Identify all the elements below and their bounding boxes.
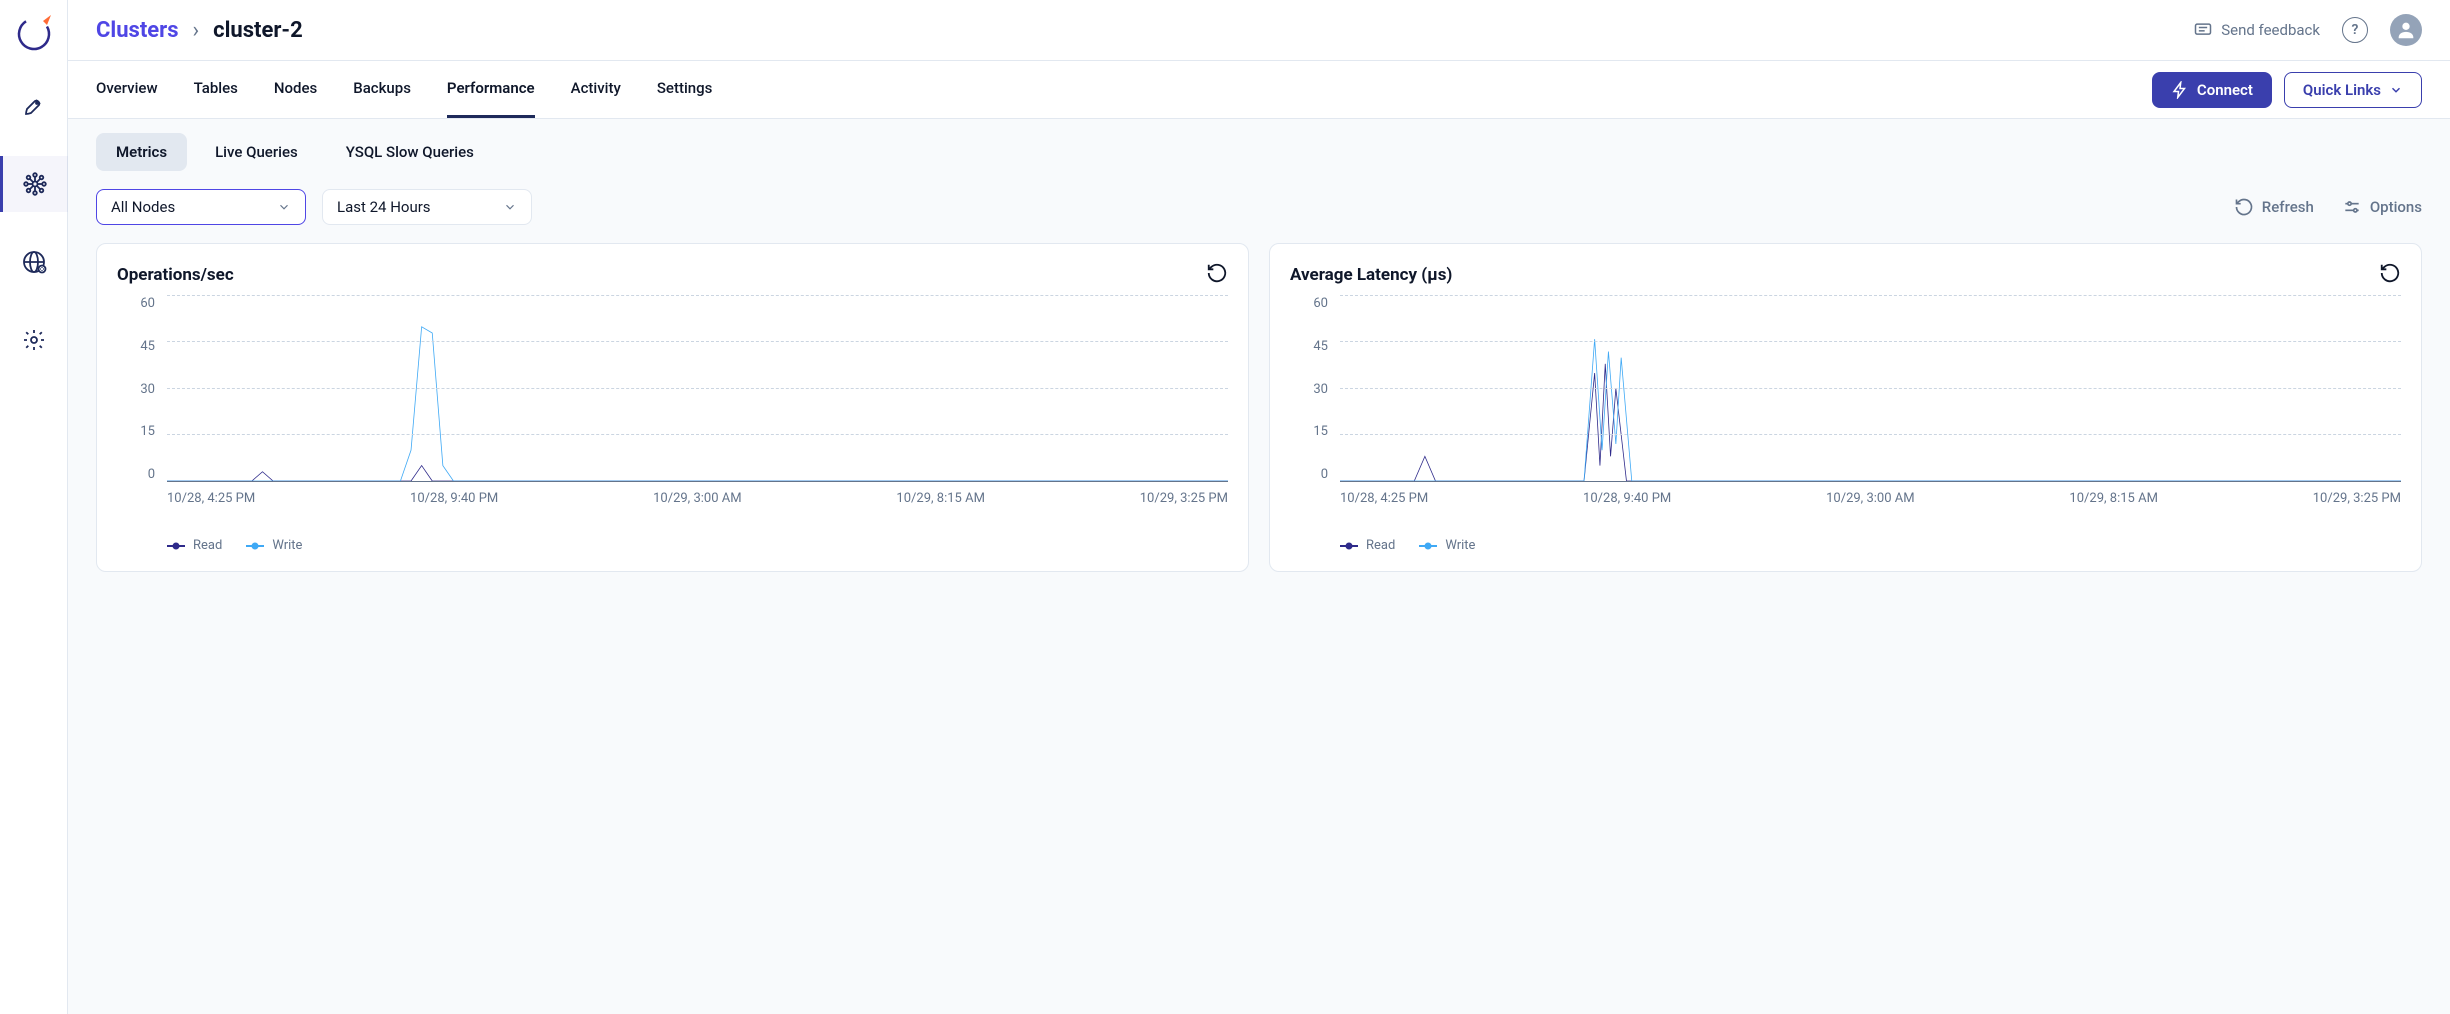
chevron-down-icon (277, 200, 291, 214)
nodes-select-value: All Nodes (111, 198, 175, 216)
refresh-icon (2379, 262, 2401, 284)
y-tick: 60 (140, 296, 155, 311)
refresh-icon (1206, 262, 1228, 284)
help-icon[interactable]: ? (2342, 17, 2368, 43)
legend-write: Write (1419, 538, 1475, 553)
x-tick: 10/29, 3:25 PM (1140, 491, 1228, 506)
y-tick: 30 (1313, 382, 1328, 397)
refresh-button[interactable]: Refresh (2234, 197, 2314, 217)
legend-read: Read (1340, 538, 1395, 553)
topbar: Clusters › cluster-2 Send feedback ? (68, 0, 2450, 61)
y-tick: 15 (140, 424, 155, 439)
y-tick: 0 (1321, 467, 1328, 482)
tab-backups[interactable]: Backups (353, 61, 411, 118)
connect-label: Connect (2197, 81, 2253, 99)
x-tick: 10/29, 3:00 AM (653, 491, 742, 506)
refresh-label: Refresh (2262, 198, 2314, 216)
section-tabs-row: Overview Tables Nodes Backups Performance Act… (68, 61, 2450, 119)
sidebar (0, 0, 68, 1014)
nav-network-icon[interactable] (0, 234, 68, 290)
y-tick: 0 (148, 467, 155, 482)
chevron-right-icon: › (193, 18, 200, 43)
nav-clusters-icon[interactable] (0, 156, 68, 212)
x-tick: 10/28, 9:40 PM (410, 491, 498, 506)
x-tick: 10/28, 4:25 PM (167, 491, 255, 506)
filters-row: All Nodes Last 24 Hours Refresh Options (68, 171, 2450, 243)
timerange-select[interactable]: Last 24 Hours (322, 189, 532, 225)
series-write (167, 327, 1228, 481)
feedback-label: Send feedback (2221, 21, 2320, 39)
x-tick: 10/29, 3:25 PM (2313, 491, 2401, 506)
avatar[interactable] (2390, 14, 2422, 46)
refresh-icon (2234, 197, 2254, 217)
chevron-down-icon (503, 200, 517, 214)
y-tick: 30 (140, 382, 155, 397)
nav-rocket-icon[interactable] (0, 78, 68, 134)
x-tick: 10/29, 3:00 AM (1826, 491, 1915, 506)
series-read (1340, 364, 2401, 481)
nodes-select[interactable]: All Nodes (96, 189, 306, 225)
y-tick: 45 (1313, 339, 1328, 354)
tab-settings[interactable]: Settings (657, 61, 713, 118)
chart-title: Operations/sec (117, 265, 234, 285)
sliders-icon (2342, 197, 2362, 217)
tab-nodes[interactable]: Nodes (274, 61, 317, 118)
options-button[interactable]: Options (2342, 197, 2422, 217)
legend-read: Read (167, 538, 222, 553)
chart-card-0: Operations/sec 60 45 30 15 0 10/28, 4:25 PM 10/… (96, 243, 1249, 572)
quick-links-label: Quick Links (2303, 81, 2381, 99)
legend-write: Write (246, 538, 302, 553)
perf-tab-ysql-slow-queries[interactable]: YSQL Slow Queries (326, 133, 494, 171)
x-tick: 10/28, 9:40 PM (1583, 491, 1671, 506)
timerange-select-value: Last 24 Hours (337, 198, 431, 216)
tab-performance[interactable]: Performance (447, 61, 535, 118)
performance-subtabs: MetricsLive QueriesYSQL Slow Queries (68, 119, 2450, 171)
tab-activity[interactable]: Activity (571, 61, 621, 118)
chart-title: Average Latency (µs) (1290, 265, 1452, 285)
y-tick: 60 (1313, 296, 1328, 311)
x-tick: 10/28, 4:25 PM (1340, 491, 1428, 506)
nav-settings-icon[interactable] (0, 312, 68, 368)
quick-links-button[interactable]: Quick Links (2284, 72, 2422, 108)
feedback-icon (2193, 20, 2213, 40)
tab-overview[interactable]: Overview (96, 61, 158, 118)
chevron-down-icon (2389, 83, 2403, 97)
x-tick: 10/29, 8:15 AM (2069, 491, 2158, 506)
tab-tables[interactable]: Tables (194, 61, 238, 118)
breadcrumb-root[interactable]: Clusters (96, 18, 179, 43)
perf-tab-live-queries[interactable]: Live Queries (195, 133, 318, 171)
perf-tab-metrics[interactable]: Metrics (96, 133, 187, 171)
y-tick: 45 (140, 339, 155, 354)
series-write (1340, 339, 2401, 481)
series-read (167, 466, 1228, 481)
y-tick: 15 (1313, 424, 1328, 439)
logo[interactable] (12, 12, 56, 56)
charts-row: Operations/sec 60 45 30 15 0 10/28, 4:25 PM 10/… (68, 243, 2450, 592)
options-label: Options (2370, 198, 2422, 216)
lightning-icon (2171, 81, 2189, 99)
chart-card-1: Average Latency (µs) 60 45 30 15 0 10/28, 4:25… (1269, 243, 2422, 572)
x-tick: 10/29, 8:15 AM (896, 491, 985, 506)
breadcrumb-current: cluster-2 (213, 18, 303, 43)
send-feedback-button[interactable]: Send feedback (2193, 20, 2320, 40)
breadcrumb: Clusters › cluster-2 (96, 18, 303, 43)
connect-button[interactable]: Connect (2152, 72, 2272, 108)
chart-refresh-button[interactable] (1206, 262, 1228, 288)
chart-refresh-button[interactable] (2379, 262, 2401, 288)
